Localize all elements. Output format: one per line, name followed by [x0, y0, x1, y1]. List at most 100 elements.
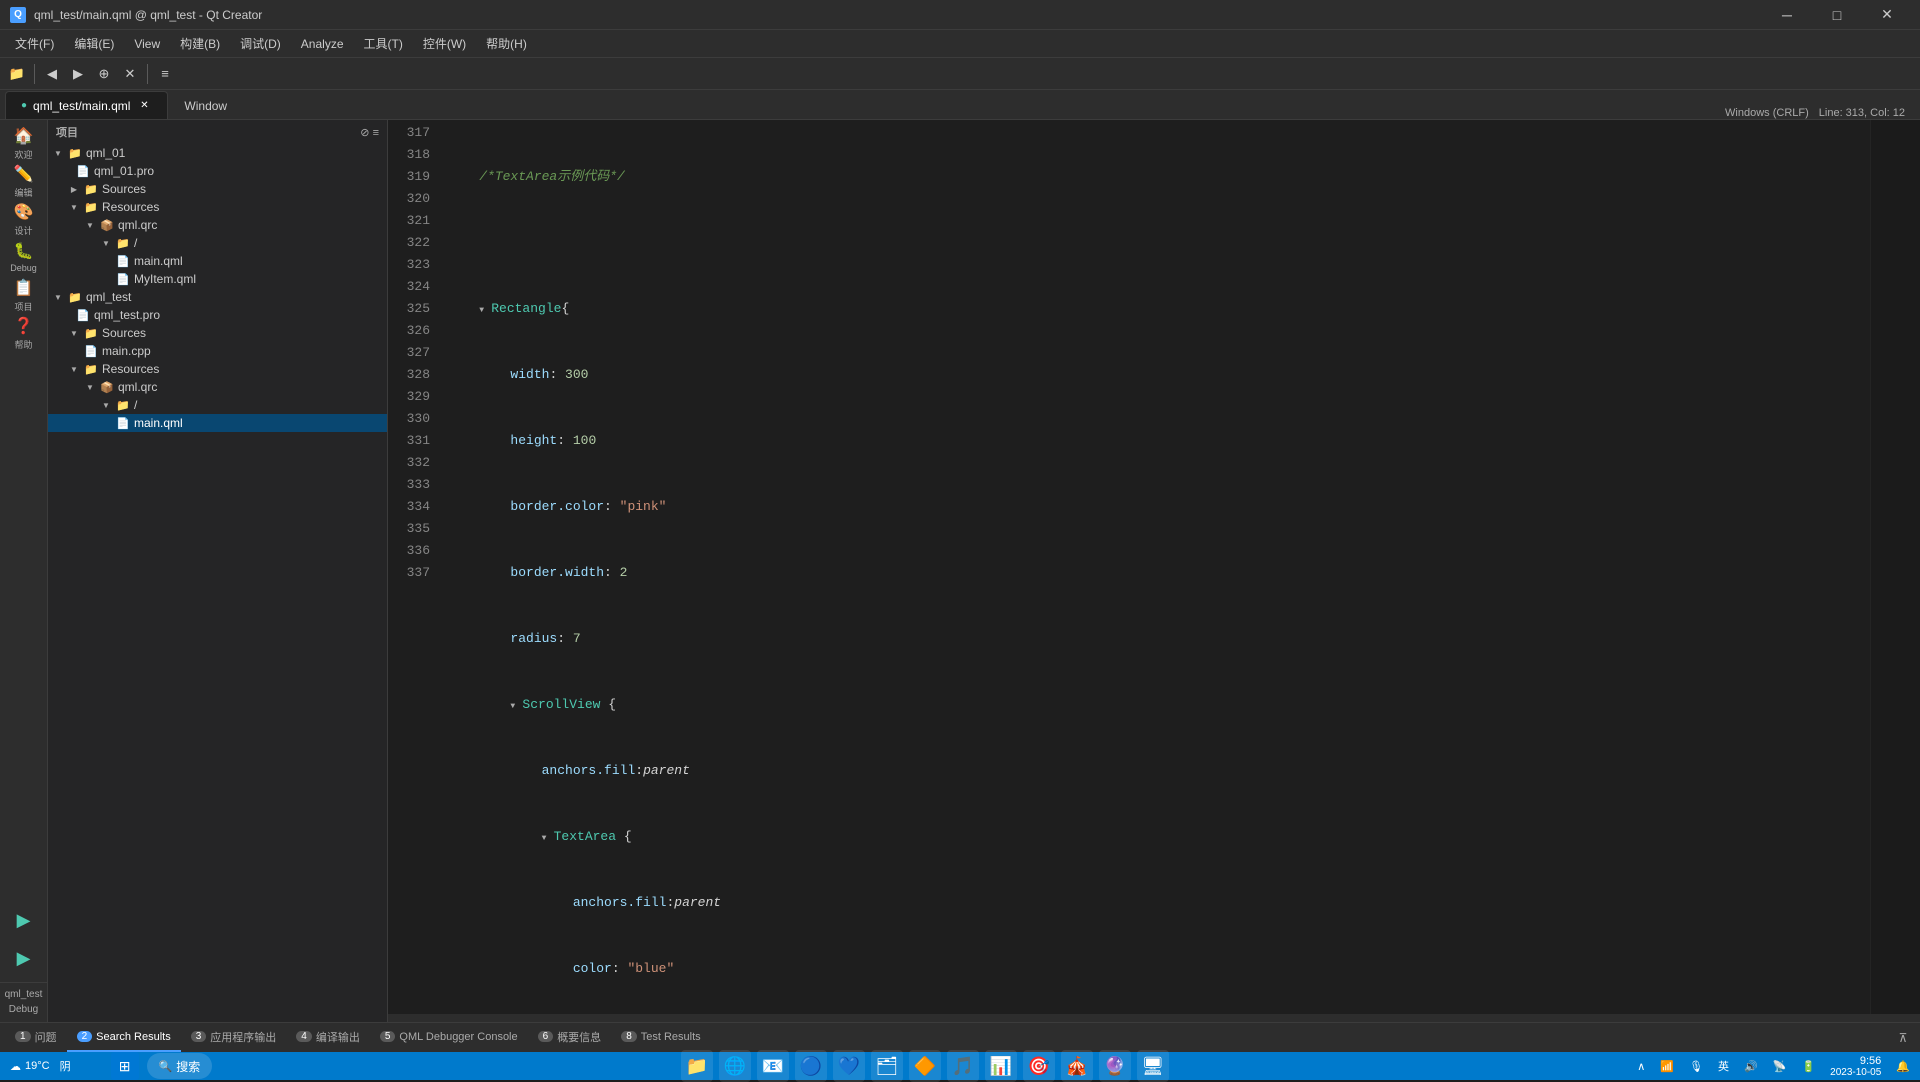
left-icon-edit[interactable]: ✏️ 编辑	[6, 163, 42, 199]
app-icon-7[interactable]: 🎵	[947, 1050, 979, 1082]
menu-view[interactable]: View	[124, 33, 170, 55]
clock-date: 2023-10-05	[1830, 1067, 1881, 1078]
tab-close-btn[interactable]: ✕	[136, 98, 152, 114]
tree-item-qml01[interactable]: ▼ 📁 qml_01	[48, 144, 387, 162]
app-icon-file-explorer[interactable]: 📁	[681, 1050, 713, 1082]
tree-item-qml01pro[interactable]: 📄 qml_01.pro	[48, 162, 387, 180]
tree-item-myitem[interactable]: 📄 MyItem.qml	[48, 270, 387, 288]
tree-item-qmltest[interactable]: ▼ 📁 qml_test	[48, 288, 387, 306]
app-icon-2[interactable]: 📧	[757, 1050, 789, 1082]
app-icon-5[interactable]: 🗂	[871, 1050, 903, 1082]
status-bar: ☁ 19°C 阴 ⊞ 🔍 搜索 📁 🌐 📧 🔵 💙 🗂 🔶 🎵 📊 🎯 🎪 🔮 …	[0, 1052, 1920, 1080]
horizontal-scrollbar[interactable]	[388, 1014, 1920, 1022]
toolbar-project-btn[interactable]: 📁	[5, 62, 29, 86]
bottom-tab-summary[interactable]: 6 概要信息	[528, 1024, 612, 1052]
toolbar-more-btn[interactable]: ≡	[153, 62, 177, 86]
status-notification[interactable]: 🔔	[1896, 1060, 1910, 1073]
tree-item-slash2[interactable]: ▼ 📁 /	[48, 396, 387, 414]
bottom-tab-num-8: 8	[621, 1031, 637, 1042]
tree-item-qmltestpro[interactable]: 📄 qml_test.pro	[48, 306, 387, 324]
sidebar-filter-btn[interactable]: ⊘ ≡	[360, 126, 379, 139]
app-icon-1[interactable]: 🌐	[719, 1050, 751, 1082]
toolbar-forward-btn[interactable]: ▶	[66, 62, 90, 86]
tree-item-resources2[interactable]: ▼ 📁 Resources	[48, 360, 387, 378]
search-bar[interactable]: 🔍 搜索	[147, 1053, 213, 1079]
menu-tools[interactable]: 工具(T)	[354, 31, 413, 56]
app-icon-9[interactable]: 🎯	[1023, 1050, 1055, 1082]
bottom-tab-compile[interactable]: 4 编译输出	[286, 1024, 370, 1052]
tree-item-qmlqrc2[interactable]: ▼ 📦 qml.qrc	[48, 378, 387, 396]
menu-help[interactable]: 帮助(H)	[476, 31, 537, 56]
status-chevron-up[interactable]: ∧	[1637, 1060, 1645, 1073]
left-icon-help[interactable]: ❓ 帮助	[6, 315, 42, 351]
help-icon: ❓	[14, 316, 34, 336]
toolbar-back-btn[interactable]: ◀	[40, 62, 64, 86]
left-icon-run[interactable]: ▶	[6, 902, 42, 938]
tree-item-resources1[interactable]: ▼ 📁 Resources	[48, 198, 387, 216]
tree-item-maincpp[interactable]: 📄 main.cpp	[48, 342, 387, 360]
bottom-tab-appout[interactable]: 3 应用程序输出	[181, 1024, 287, 1052]
tree-item-slash1[interactable]: ▼ 📁 /	[48, 234, 387, 252]
app-icon-10[interactable]: 🎪	[1061, 1050, 1093, 1082]
code-editor[interactable]: /*TextArea示例代码*/ ▼Rectangle{ width: 300 …	[438, 120, 1870, 1014]
menu-debug[interactable]: 调试(D)	[230, 31, 291, 56]
status-network[interactable]: 📶	[1660, 1060, 1674, 1073]
code-container[interactable]: 317 318 319 320 321 322 323 324 325 326 …	[388, 120, 1920, 1014]
tree-arrow-qml01: ▼	[52, 147, 64, 159]
toolbar-close-btn[interactable]: ✕	[118, 62, 142, 86]
menu-edit[interactable]: 编辑(E)	[64, 31, 124, 56]
expand-panel-btn[interactable]: ⊼	[1891, 1026, 1915, 1050]
toolbar-sep-2	[147, 64, 148, 84]
status-battery[interactable]: 🔋	[1801, 1060, 1815, 1073]
tree-item-sources1[interactable]: ▶ 📁 Sources	[48, 180, 387, 198]
tab-main-qml[interactable]: ● qml_test/main.qml ✕	[5, 91, 168, 119]
bottom-tab-qml-debug[interactable]: 5 QML Debugger Console	[370, 1024, 528, 1052]
menu-controls[interactable]: 控件(W)	[413, 31, 476, 56]
app-icon-4[interactable]: 💙	[833, 1050, 865, 1082]
tree-item-main-qml1[interactable]: 📄 main.qml	[48, 252, 387, 270]
bottom-tab-issues[interactable]: 1 问题	[5, 1024, 67, 1052]
app-icon-6[interactable]: 🔶	[909, 1050, 941, 1082]
left-icon-debug[interactable]: 🐛 Debug	[6, 239, 42, 275]
left-icon-project[interactable]: 📋 项目	[6, 277, 42, 313]
tree-arrow-qmlqrc1: ▼	[84, 219, 96, 231]
line-num-330: 330	[396, 408, 430, 430]
app-icon-3[interactable]: 🔵	[795, 1050, 827, 1082]
menu-build[interactable]: 构建(B)	[170, 31, 230, 56]
tree-label-qmltest: qml_test	[86, 290, 131, 304]
menu-file[interactable]: 文件(F)	[5, 31, 64, 56]
tree-item-sources2[interactable]: ▼ 📁 Sources	[48, 324, 387, 342]
bottom-tab-test[interactable]: 8 Test Results	[611, 1024, 710, 1052]
debug-label: Debug	[10, 263, 37, 273]
tab-window[interactable]: Window	[168, 91, 243, 119]
maximize-button[interactable]: □	[1814, 0, 1860, 30]
line-num-320: 320	[396, 188, 430, 210]
window-controls[interactable]: ─ □ ✕	[1764, 0, 1910, 30]
left-icon-design[interactable]: 🎨 设计	[6, 201, 42, 237]
tree-label-qmlqrc1: qml.qrc	[118, 218, 157, 232]
left-icon-welcome[interactable]: 🏠 欢迎	[6, 125, 42, 161]
bottom-tab-search[interactable]: 2 Search Results	[67, 1024, 181, 1052]
status-lang[interactable]: 英	[1718, 1058, 1729, 1074]
line-num-331: 331	[396, 430, 430, 452]
app-icon-8[interactable]: 📊	[985, 1050, 1017, 1082]
tree-item-qmlqrc1[interactable]: ▼ 📦 qml.qrc	[48, 216, 387, 234]
app-icon-qt[interactable]: 🖥	[1137, 1050, 1169, 1082]
editor-area[interactable]: 317 318 319 320 321 322 323 324 325 326 …	[388, 120, 1920, 1022]
code-line-328: anchors.fill:parent	[448, 892, 1870, 914]
tree-item-main-qml2[interactable]: 📄 main.qml	[48, 414, 387, 432]
app-icon-11[interactable]: 🔮	[1099, 1050, 1131, 1082]
bottom-panel: 1 问题 2 Search Results 3 应用程序输出 4 编译输出 5 …	[0, 1022, 1920, 1052]
file-icon-maincpp: 📄	[84, 344, 98, 358]
minimize-button[interactable]: ─	[1764, 0, 1810, 30]
status-wifi[interactable]: 📡	[1773, 1060, 1787, 1073]
left-icon-run2[interactable]: ▶	[6, 940, 42, 976]
start-button[interactable]: ⊞	[111, 1052, 139, 1080]
toolbar-add-btn[interactable]: ⊕	[92, 62, 116, 86]
status-mic[interactable]: 🎙	[1689, 1060, 1703, 1073]
code-line-323: border.width: 2	[448, 562, 1870, 584]
close-button[interactable]: ✕	[1864, 0, 1910, 30]
status-volume[interactable]: 🔊	[1744, 1060, 1758, 1073]
menu-analyze[interactable]: Analyze	[291, 33, 354, 55]
folder-icon-resources1: 📁	[84, 200, 98, 214]
